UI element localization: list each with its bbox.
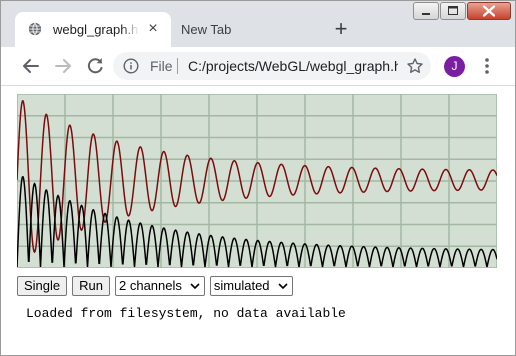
minimize-button[interactable] bbox=[413, 2, 439, 20]
close-icon bbox=[482, 5, 496, 17]
tab-new-tab[interactable]: New Tab bbox=[171, 12, 319, 47]
page-content: Single Run 2 channels simulated Loaded f… bbox=[1, 85, 515, 355]
tab-strip: webgl_graph.html × New Tab + bbox=[1, 1, 515, 47]
profile-avatar[interactable]: J bbox=[444, 56, 465, 77]
source-select-value: simulated bbox=[213, 278, 270, 293]
omnibox-divider bbox=[177, 58, 178, 74]
info-icon[interactable] bbox=[123, 58, 139, 74]
maximize-button[interactable] bbox=[440, 2, 466, 20]
source-select[interactable]: simulated bbox=[209, 276, 293, 296]
run-button[interactable]: Run bbox=[72, 276, 110, 296]
new-tab-button[interactable]: + bbox=[329, 18, 353, 42]
tab-webgl-graph[interactable]: webgl_graph.html × bbox=[15, 12, 171, 47]
url-text[interactable]: C:/projects/WebGL/webgl_graph.html bbox=[188, 58, 398, 74]
tab-title: New Tab bbox=[181, 22, 232, 37]
more-vert-icon[interactable] bbox=[479, 56, 495, 76]
browser-toolbar: File C:/projects/WebGL/webgl_graph.html … bbox=[1, 47, 515, 85]
bookmark-star-icon[interactable] bbox=[406, 57, 424, 75]
close-tab-icon[interactable]: × bbox=[145, 21, 161, 37]
back-arrow-icon[interactable] bbox=[18, 53, 44, 79]
minimize-icon bbox=[422, 13, 430, 15]
close-window-button[interactable] bbox=[467, 2, 511, 20]
scheme-label: File bbox=[150, 58, 173, 74]
channels-select-value: 2 channels bbox=[119, 278, 182, 293]
channels-select[interactable]: 2 channels bbox=[115, 276, 205, 296]
maximize-icon bbox=[448, 6, 458, 15]
single-button[interactable]: Single bbox=[17, 276, 68, 296]
address-bar[interactable]: File C:/projects/WebGL/webgl_graph.html bbox=[113, 52, 431, 80]
chevron-down-icon bbox=[190, 283, 200, 290]
webgl-graph-canvas bbox=[17, 94, 497, 268]
window-controls bbox=[412, 2, 511, 21]
forward-arrow-icon[interactable] bbox=[50, 53, 76, 79]
graph-controls: Single Run 2 channels simulated bbox=[17, 276, 298, 296]
globe-icon bbox=[28, 22, 42, 36]
tab-title: webgl_graph.html bbox=[53, 22, 139, 37]
reload-icon[interactable] bbox=[82, 53, 108, 79]
status-message: Loaded from filesystem, no data availabl… bbox=[26, 306, 346, 321]
chevron-down-icon bbox=[277, 283, 288, 290]
browser-window: webgl_graph.html × New Tab + bbox=[0, 0, 516, 356]
